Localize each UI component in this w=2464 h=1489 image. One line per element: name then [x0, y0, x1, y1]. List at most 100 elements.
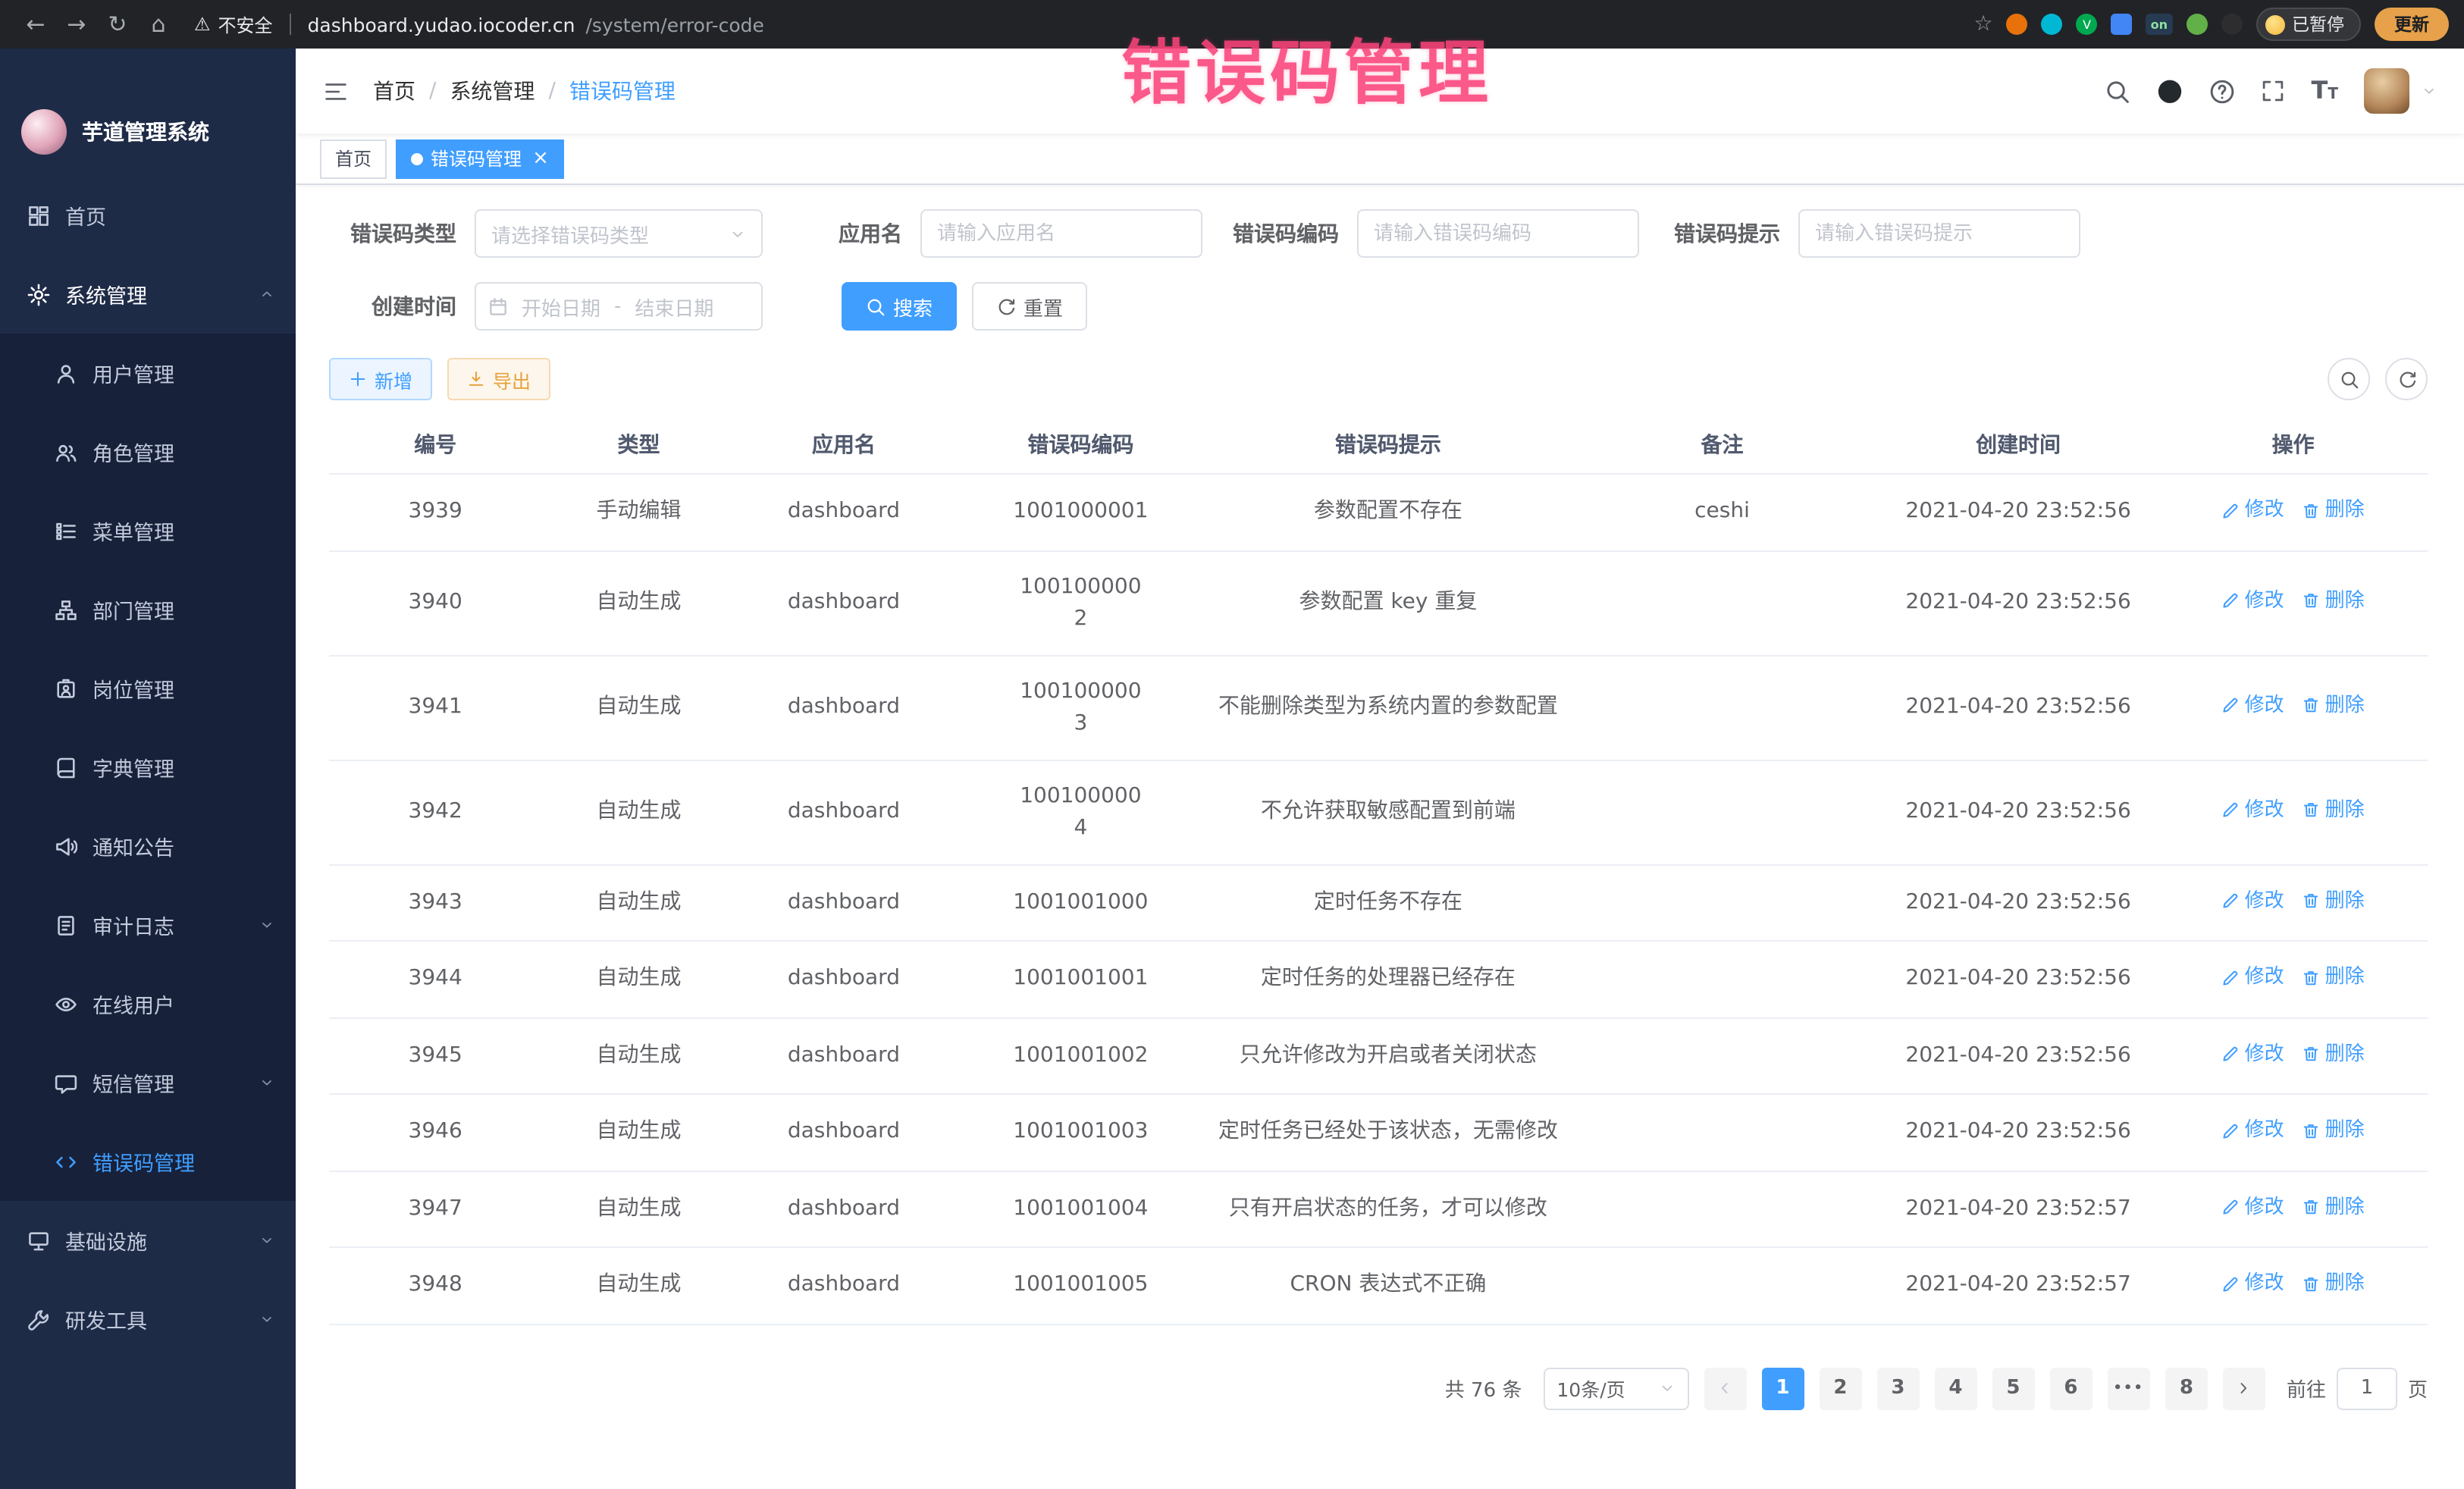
page-button-8[interactable]: 8 — [2165, 1367, 2208, 1409]
sidebar-item-menus[interactable]: 菜单管理 — [0, 491, 296, 570]
add-button[interactable]: 新增 — [329, 358, 432, 400]
reload-icon[interactable]: ↻ — [97, 4, 138, 45]
font-size-icon[interactable]: TT — [2312, 79, 2339, 103]
extension-icon-teal[interactable] — [2042, 14, 2063, 35]
extension-icon-orange[interactable] — [2007, 14, 2028, 35]
sidebar-item-notices[interactable]: 通知公告 — [0, 807, 296, 886]
extension-on-badge[interactable]: on — [2146, 14, 2172, 35]
page-button-6[interactable]: 6 — [2049, 1367, 2092, 1409]
sidebar-item-dictionary[interactable]: 字典管理 — [0, 728, 296, 807]
extension-icon-blue-grid[interactable] — [2111, 14, 2133, 35]
export-button[interactable]: 导出 — [447, 358, 550, 400]
cell-type: 自动生成 — [541, 1171, 735, 1247]
edit-link[interactable]: 修改 — [2222, 1191, 2284, 1223]
edit-link[interactable]: 修改 — [2222, 885, 2284, 917]
edit-link[interactable]: 修改 — [2222, 961, 2284, 993]
app-name-input[interactable] — [920, 209, 1202, 258]
navbar-actions: TT — [2105, 68, 2437, 114]
delete-link[interactable]: 删除 — [2303, 1268, 2365, 1299]
page-button-1[interactable]: 1 — [1761, 1367, 1804, 1409]
edit-link[interactable]: 修改 — [2222, 585, 2284, 617]
cell-time: 2021-04-20 23:52:56 — [1878, 760, 2159, 864]
edit-link[interactable]: 修改 — [2222, 494, 2284, 526]
edit-link[interactable]: 修改 — [2222, 1114, 2284, 1146]
page-button-5[interactable]: 5 — [1992, 1367, 2034, 1409]
download-icon — [467, 370, 485, 388]
sidebar-logo[interactable]: 芋道管理系统 — [0, 49, 296, 176]
extension-icon-leaf[interactable] — [2186, 14, 2207, 35]
refresh-table-button[interactable] — [2385, 358, 2428, 400]
cell-ops: 修改删除 — [2158, 864, 2428, 941]
delete-link[interactable]: 删除 — [2303, 494, 2365, 526]
back-icon[interactable]: ← — [15, 4, 56, 45]
bookmark-star-icon[interactable]: ☆ — [1973, 12, 1992, 36]
delete-link[interactable]: 删除 — [2303, 885, 2365, 917]
user-avatar[interactable] — [2364, 68, 2409, 114]
sidebar-item-roles[interactable]: 角色管理 — [0, 412, 296, 491]
sidebar-item-home[interactable]: 首页 — [0, 176, 296, 255]
breadcrumb-home[interactable]: 首页 — [373, 76, 415, 106]
reset-button[interactable]: 重置 — [972, 282, 1087, 331]
delete-link[interactable]: 删除 — [2303, 1191, 2365, 1223]
more-pages-button[interactable]: ••• — [2107, 1367, 2150, 1409]
edit-link[interactable]: 修改 — [2222, 690, 2284, 722]
edit-link[interactable]: 修改 — [2222, 795, 2284, 826]
header-search-icon[interactable] — [2105, 78, 2131, 104]
sidebar-item-posts[interactable]: 岗位管理 — [0, 649, 296, 728]
delete-link[interactable]: 删除 — [2303, 961, 2365, 993]
browser-chrome: ← → ↻ ⌂ ⚠不安全 dashboard.yudao.iocoder.cn/… — [0, 0, 2464, 49]
page-button-2[interactable]: 2 — [1819, 1367, 1861, 1409]
audit-log-icon — [55, 914, 77, 936]
col-header-msg: 错误码提示 — [1210, 415, 1567, 474]
error-code-input[interactable] — [1357, 209, 1639, 258]
sidebar-item-infrastructure[interactable]: 基础设施 — [0, 1201, 296, 1280]
page-button-4[interactable]: 4 — [1934, 1367, 1977, 1409]
address-bar[interactable]: ⚠不安全 dashboard.yudao.iocoder.cn/system/e… — [194, 11, 764, 37]
fullscreen-icon[interactable] — [2262, 79, 2286, 103]
browser-update-button[interactable]: 更新 — [2375, 8, 2449, 41]
edit-link[interactable]: 修改 — [2222, 1038, 2284, 1070]
date-range-picker[interactable]: 开始日期 - 结束日期 — [475, 282, 763, 331]
delete-link[interactable]: 删除 — [2303, 690, 2365, 722]
cell-ops: 修改删除 — [2158, 1017, 2428, 1094]
extension-pin-icon[interactable] — [2221, 14, 2242, 35]
sidebar-item-dev-tools[interactable]: 研发工具 — [0, 1280, 296, 1359]
sidebar-item-online-users[interactable]: 在线用户 — [0, 964, 296, 1043]
cell-code: 100100000 3 — [951, 655, 1209, 760]
hamburger-icon[interactable] — [323, 80, 349, 102]
prev-page-button[interactable] — [1704, 1367, 1746, 1409]
chevron-down-icon[interactable] — [2422, 83, 2437, 99]
paused-badge[interactable]: 已暂停 — [2256, 8, 2361, 41]
edit-link[interactable]: 修改 — [2222, 1268, 2284, 1299]
github-icon[interactable] — [2157, 77, 2184, 105]
sidebar-item-sms[interactable]: 短信管理 — [0, 1043, 296, 1122]
help-icon[interactable] — [2210, 78, 2236, 104]
extension-icon-green-v[interactable]: V — [2077, 14, 2098, 35]
search-button[interactable]: 搜索 — [842, 282, 957, 331]
delete-link[interactable]: 删除 — [2303, 1114, 2365, 1146]
sidebar-item-system[interactable]: 系统管理 — [0, 255, 296, 334]
sidebar-item-users[interactable]: 用户管理 — [0, 334, 296, 412]
sidebar-item-departments[interactable]: 部门管理 — [0, 570, 296, 649]
delete-link[interactable]: 删除 — [2303, 1038, 2365, 1070]
delete-link[interactable]: 删除 — [2303, 585, 2365, 617]
delete-link[interactable]: 删除 — [2303, 795, 2365, 826]
forward-icon[interactable]: → — [56, 4, 97, 45]
tab-close-icon[interactable]: × — [532, 149, 549, 168]
error-type-select[interactable]: 请选择错误码类型 — [475, 209, 763, 258]
next-page-button[interactable] — [2223, 1367, 2265, 1409]
tab-home[interactable]: 首页 — [320, 139, 387, 178]
error-msg-input[interactable] — [1798, 209, 2080, 258]
trash-icon — [2303, 1045, 2321, 1063]
sidebar-item-audit-log[interactable]: 审计日志 — [0, 886, 296, 964]
page-button-3[interactable]: 3 — [1876, 1367, 1919, 1409]
tab-error-code[interactable]: 错误码管理 × — [396, 139, 564, 178]
cell-remark — [1566, 1094, 1878, 1171]
cell-time: 2021-04-20 23:52:57 — [1878, 1247, 2159, 1324]
page-size-select[interactable]: 10条/页 — [1543, 1367, 1688, 1409]
sidebar-item-error-code[interactable]: 错误码管理 — [0, 1122, 296, 1201]
goto-page-input[interactable] — [2337, 1367, 2397, 1409]
breadcrumb-system[interactable]: 系统管理 — [450, 76, 534, 106]
home-icon[interactable]: ⌂ — [138, 4, 179, 45]
toggle-search-button[interactable] — [2328, 358, 2370, 400]
